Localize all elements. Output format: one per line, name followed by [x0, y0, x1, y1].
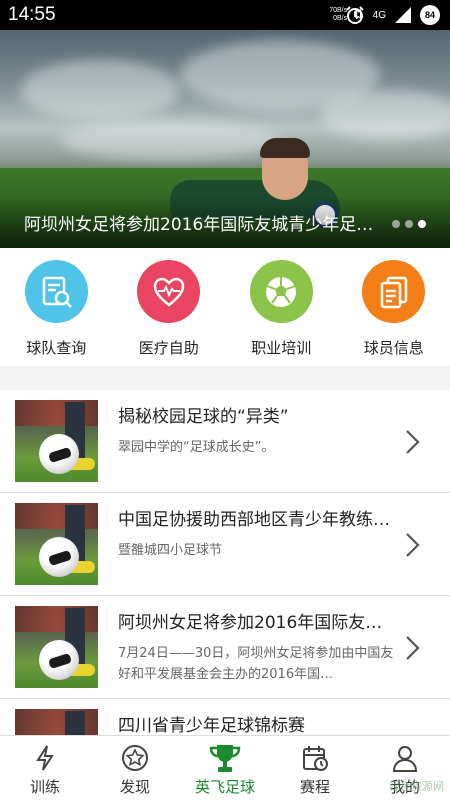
documents-icon — [362, 260, 426, 323]
news-thumbnail — [15, 606, 98, 688]
heart-pulse-icon — [137, 260, 201, 323]
bottom-tab-bar: 训练 发现 英飞足球 赛程 我的 绿色资源网 — [0, 735, 450, 800]
news-subtitle: 翠园中学的“足球成长史”。 — [118, 440, 275, 455]
network-type: 4G — [372, 9, 386, 21]
tab-label: 训练 — [29, 778, 60, 796]
list-item[interactable]: 四川省青少年足球锦标赛 — [0, 699, 450, 735]
tab-label: 发现 — [119, 778, 150, 796]
tab-training[interactable]: 训练 — [0, 736, 90, 800]
carousel-dot-active[interactable] — [418, 220, 426, 228]
signal-icon — [395, 7, 411, 23]
carousel-dot[interactable] — [405, 220, 413, 228]
watermark: 绿色资源网 — [389, 780, 444, 793]
status-bar: 14:55 70B/s 0B/s ⇅ 4G 84 — [0, 0, 450, 30]
person-icon — [392, 746, 418, 772]
star-circle-icon — [122, 745, 148, 771]
news-thumbnail — [15, 400, 98, 482]
list-item[interactable]: 揭秘校园足球的“异类” 翠园中学的“足球成长史”。 — [0, 390, 450, 493]
news-title: 中国足协援助西部地区青少年教练… — [118, 510, 390, 530]
shortcut-label: 职业培训 — [251, 339, 312, 357]
chevron-right-icon — [406, 636, 420, 660]
news-thumbnail — [15, 709, 98, 735]
tab-schedule[interactable]: 赛程 — [270, 736, 360, 800]
alarm-icon — [345, 6, 364, 24]
news-list: 揭秘校园足球的“异类” 翠园中学的“足球成长史”。 中国足协援助西部地区青少年教… — [0, 390, 450, 735]
banner-carousel[interactable]: 阿坝州女足将参加2016年国际友城青少年足… — [0, 30, 450, 248]
tab-label: 英飞足球 — [194, 778, 255, 796]
news-title: 揭秘校园足球的“异类” — [118, 407, 289, 427]
status-time: 14:55 — [8, 4, 56, 25]
battery-level: 84 — [424, 10, 435, 20]
shortcut-label: 球员信息 — [363, 339, 424, 357]
carousel-dots — [392, 220, 426, 228]
shortcut-label: 球队查询 — [26, 339, 87, 357]
news-title: 阿坝州女足将参加2016年国际友… — [118, 613, 383, 633]
search-document-icon — [24, 260, 88, 323]
tab-discover[interactable]: 发现 — [90, 736, 180, 800]
calendar-clock-icon — [303, 746, 328, 771]
shortcut-training[interactable]: 职业培训 — [225, 248, 338, 366]
shortcut-medical[interactable]: 医疗自助 — [113, 248, 226, 366]
soccer-ball-icon — [249, 260, 313, 323]
news-subtitle: 暨雒城四小足球节 — [118, 543, 223, 558]
news-subtitle: 7月24日——30日，阿坝州女足将参加由中国友好和平发展基金会主办的2016年国… — [118, 646, 394, 682]
list-item[interactable]: 阿坝州女足将参加2016年国际友… 7月24日——30日，阿坝州女足将参加由中国… — [0, 596, 450, 699]
battery-icon: 84 — [420, 5, 440, 25]
tab-home[interactable]: 英飞足球 — [180, 736, 270, 800]
chevron-right-icon — [406, 430, 420, 454]
lightning-icon — [36, 745, 54, 771]
trophy-icon — [209, 745, 241, 772]
news-thumbnail — [15, 503, 98, 585]
shortcut-player-info[interactable]: 球员信息 — [338, 248, 450, 366]
shortcut-label: 医疗自助 — [138, 339, 199, 357]
chevron-right-icon — [406, 533, 420, 557]
banner-caption: 阿坝州女足将参加2016年国际友城青少年足… — [24, 215, 374, 235]
shortcut-team-search[interactable]: 球队查询 — [0, 248, 113, 366]
carousel-dot[interactable] — [392, 220, 400, 228]
tab-label: 赛程 — [299, 778, 330, 796]
shortcut-grid: 球队查询 医疗自助 职业培训 球员信息 — [0, 248, 450, 366]
news-title: 四川省青少年足球锦标赛 — [118, 716, 305, 735]
list-item[interactable]: 中国足协援助西部地区青少年教练… 暨雒城四小足球节 — [0, 493, 450, 596]
